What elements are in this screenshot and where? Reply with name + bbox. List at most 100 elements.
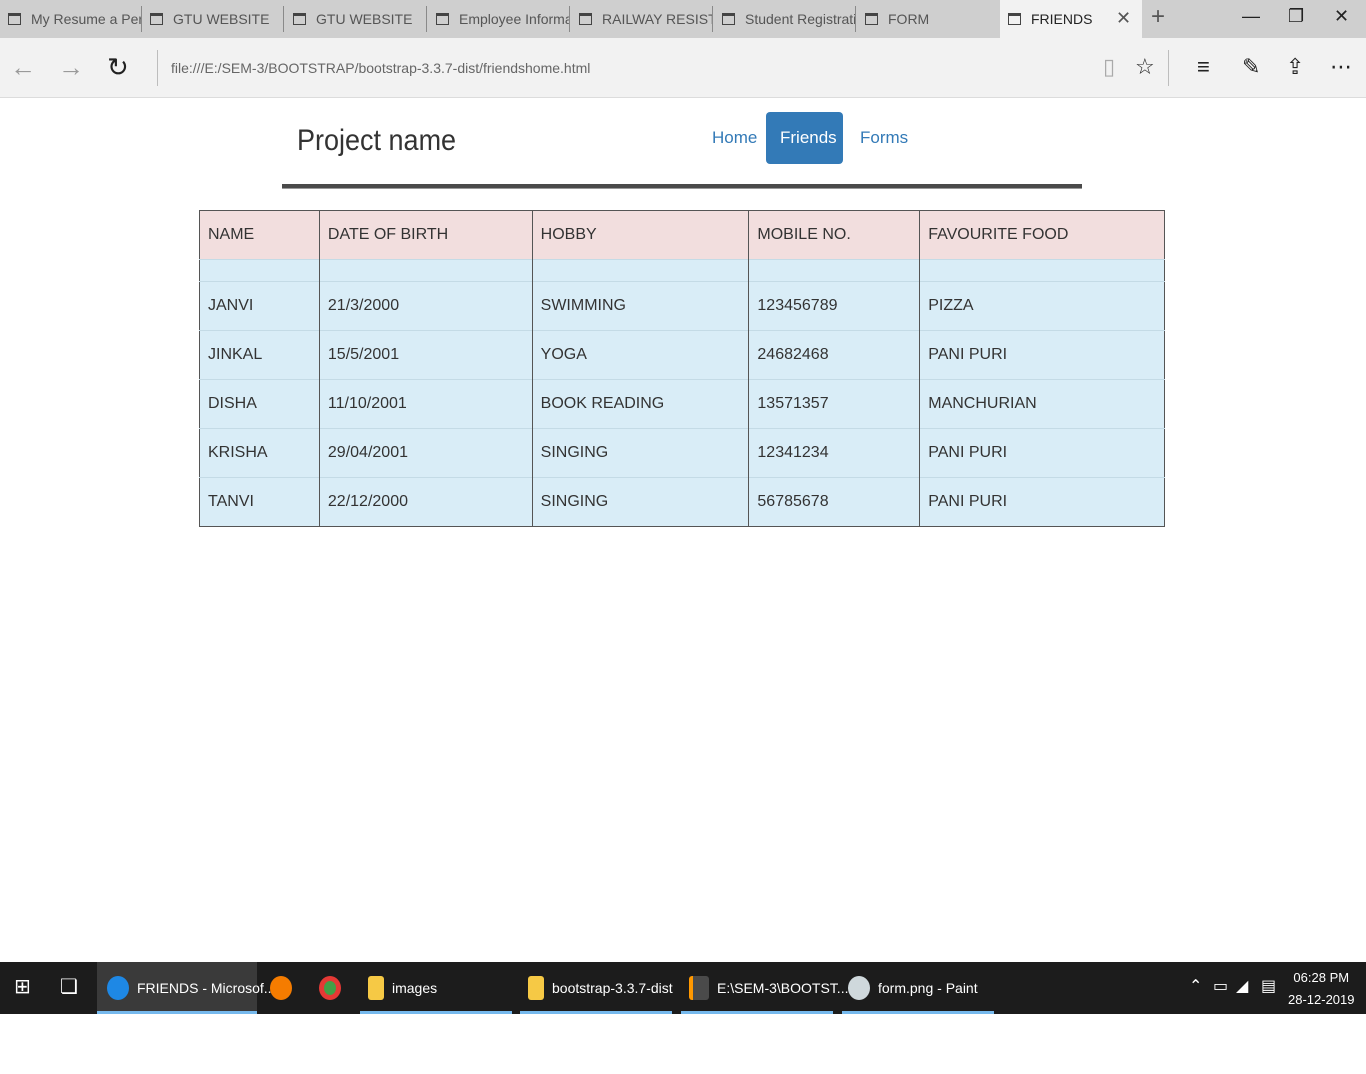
table-cell: BOOK READING [531,379,749,429]
tab-label: FORM [888,11,930,27]
restore-icon[interactable]: ❐ [1288,6,1304,27]
table-cell: 24682468 [748,330,920,380]
table-cell: JANVI [208,297,254,314]
minimize-icon[interactable]: — [1242,6,1260,27]
taskbar-item-label: bootstrap-3.3.7-dist [552,980,673,996]
folder-icon [528,976,544,1000]
tab-label: GTU WEBSITE [173,11,270,27]
close-window-icon[interactable]: ✕ [1334,6,1349,27]
table-cell: 22/12/2000 [318,477,533,527]
edge-browser-icon [107,976,129,1000]
navbar-brand[interactable]: Project name [297,124,456,158]
table-row-empty [199,259,1165,282]
paint-icon [848,976,870,1000]
table-cell [919,259,1165,282]
table-cell [318,259,533,282]
table-cell: YOGA [531,330,749,380]
table-cell: 29/04/2001 [318,428,533,478]
header-divider [282,184,1082,189]
folder-icon [368,976,384,1000]
windows-taskbar: ⊞ ❏ FRIENDS - Microsof... images bootstr… [0,962,1366,1014]
tab-student-registration[interactable]: Student Registratic [714,0,856,38]
tab-label: My Resume a Pers [31,11,142,27]
forward-icon[interactable]: → [58,52,84,83]
table-cell: MANCHURIAN [919,379,1165,429]
table-cell: SINGING [531,477,749,527]
taskbar-item-label: E:\SEM-3\BOOTST... [717,980,849,996]
table-cell: SINGING [531,428,749,478]
address-bar: ← → ↻ file:///E:/SEM-3/BOOTSTRAP/bootstr… [0,38,1366,98]
table-cell: 13571357 [748,379,920,429]
taskbar-item-edge[interactable]: FRIENDS - Microsof... [97,962,275,1014]
table-cell: PIZZA [919,281,1165,331]
table-cell [748,259,920,282]
tab-employee-information[interactable]: Employee Informa [428,0,570,38]
table-cell: PANI PURI [919,330,1165,380]
page-icon [865,13,878,25]
page-icon [8,13,21,25]
taskbar-item-bootstrap-folder[interactable]: bootstrap-3.3.7-dist [520,962,673,1014]
clock-date: 28-12-2019 [1288,992,1355,1007]
page-icon [722,13,735,25]
table-cell: PANI PURI [919,428,1165,478]
nav-forms[interactable]: Forms [846,112,922,164]
tab-label: GTU WEBSITE [316,11,413,27]
more-icon[interactable]: ⋯ [1330,54,1352,80]
tab-form[interactable]: FORM [857,0,999,38]
tab-label: Student Registratic [745,11,856,27]
share-icon[interactable]: ⇪ [1286,54,1304,80]
firefox-icon [270,976,292,1000]
action-center-icon[interactable]: ▤ [1261,976,1276,996]
taskbar-item-chrome[interactable] [319,962,345,1014]
wifi-icon[interactable]: ◢ [1236,976,1248,996]
table-cell: SWIMMING [531,281,749,331]
taskbar-item-images-folder[interactable]: images [360,962,512,1014]
reading-view-icon[interactable]: ▯ [1103,54,1115,80]
table-cell: 12341234 [748,428,920,478]
url-field[interactable]: file:///E:/SEM-3/BOOTSTRAP/bootstrap-3.3… [171,60,590,76]
web-note-icon[interactable]: ✎ [1242,54,1260,80]
page-icon [436,13,449,25]
chevron-up-icon[interactable]: ⌃ [1189,976,1202,996]
new-tab-icon[interactable]: + [1151,3,1165,31]
system-clock[interactable]: 06:28 PM 28-12-2019 [1288,967,1355,1011]
favorite-star-icon[interactable]: ☆ [1135,54,1155,80]
taskbar-item-sublime[interactable]: E:\SEM-3\BOOTST... [681,962,848,1014]
back-icon[interactable]: ← [10,52,36,83]
tab-label: Employee Informa [459,11,570,27]
tab-gtu-website-1[interactable]: GTU WEBSITE [142,0,284,38]
refresh-icon[interactable]: ↻ [107,52,129,83]
table-row: JANVI 21/3/2000 SWIMMING 123456789 PIZZA [199,281,1165,331]
table-cell: 11/10/2001 [318,379,533,429]
table-cell: PANI PURI [919,477,1165,527]
taskbar-item-paint[interactable]: form.png - Paint [842,962,994,1014]
nav-home[interactable]: Home [698,112,771,164]
column-header-dob: DATE OF BIRTH [318,210,533,260]
table-header-row: NAME DATE OF BIRTH HOBBY MOBILE NO. FAVO… [199,210,1165,260]
taskbar-item-label: form.png - Paint [878,980,978,996]
column-header-food: FAVOURITE FOOD [919,210,1165,260]
table-cell: KRISHA [208,444,268,461]
page-icon [150,13,163,25]
table-cell: JINKAL [208,346,263,363]
windows-start-icon[interactable]: ⊞ [14,974,31,999]
page-icon [293,13,306,25]
page-icon [579,13,592,25]
taskbar-item-label: images [392,980,438,996]
browser-tab-strip: My Resume a Pers GTU WEBSITE GTU WEBSITE… [0,0,1366,38]
page-icon [1008,13,1021,25]
table-row: TANVI 22/12/2000 SINGING 56785678 PANI P… [199,477,1165,527]
taskbar-item-firefox[interactable] [270,962,296,1014]
tab-my-resume[interactable]: My Resume a Pers [0,0,142,38]
close-tab-icon[interactable]: ✕ [1116,8,1131,29]
tab-label: FRIENDS [1031,11,1093,27]
hub-icon[interactable]: ≡ [1197,54,1210,80]
task-view-icon[interactable]: ❏ [60,974,78,999]
taskbar-item-label: FRIENDS - Microsof... [137,980,276,996]
battery-icon[interactable]: ▭ [1213,976,1228,996]
tab-railway-registration[interactable]: RAILWAY RESISTR/ [571,0,713,38]
table-row: DISHA 11/10/2001 BOOK READING 13571357 M… [199,379,1165,429]
table-cell: 123456789 [748,281,920,331]
tab-gtu-website-2[interactable]: GTU WEBSITE [285,0,427,38]
nav-friends[interactable]: Friends [766,112,843,164]
